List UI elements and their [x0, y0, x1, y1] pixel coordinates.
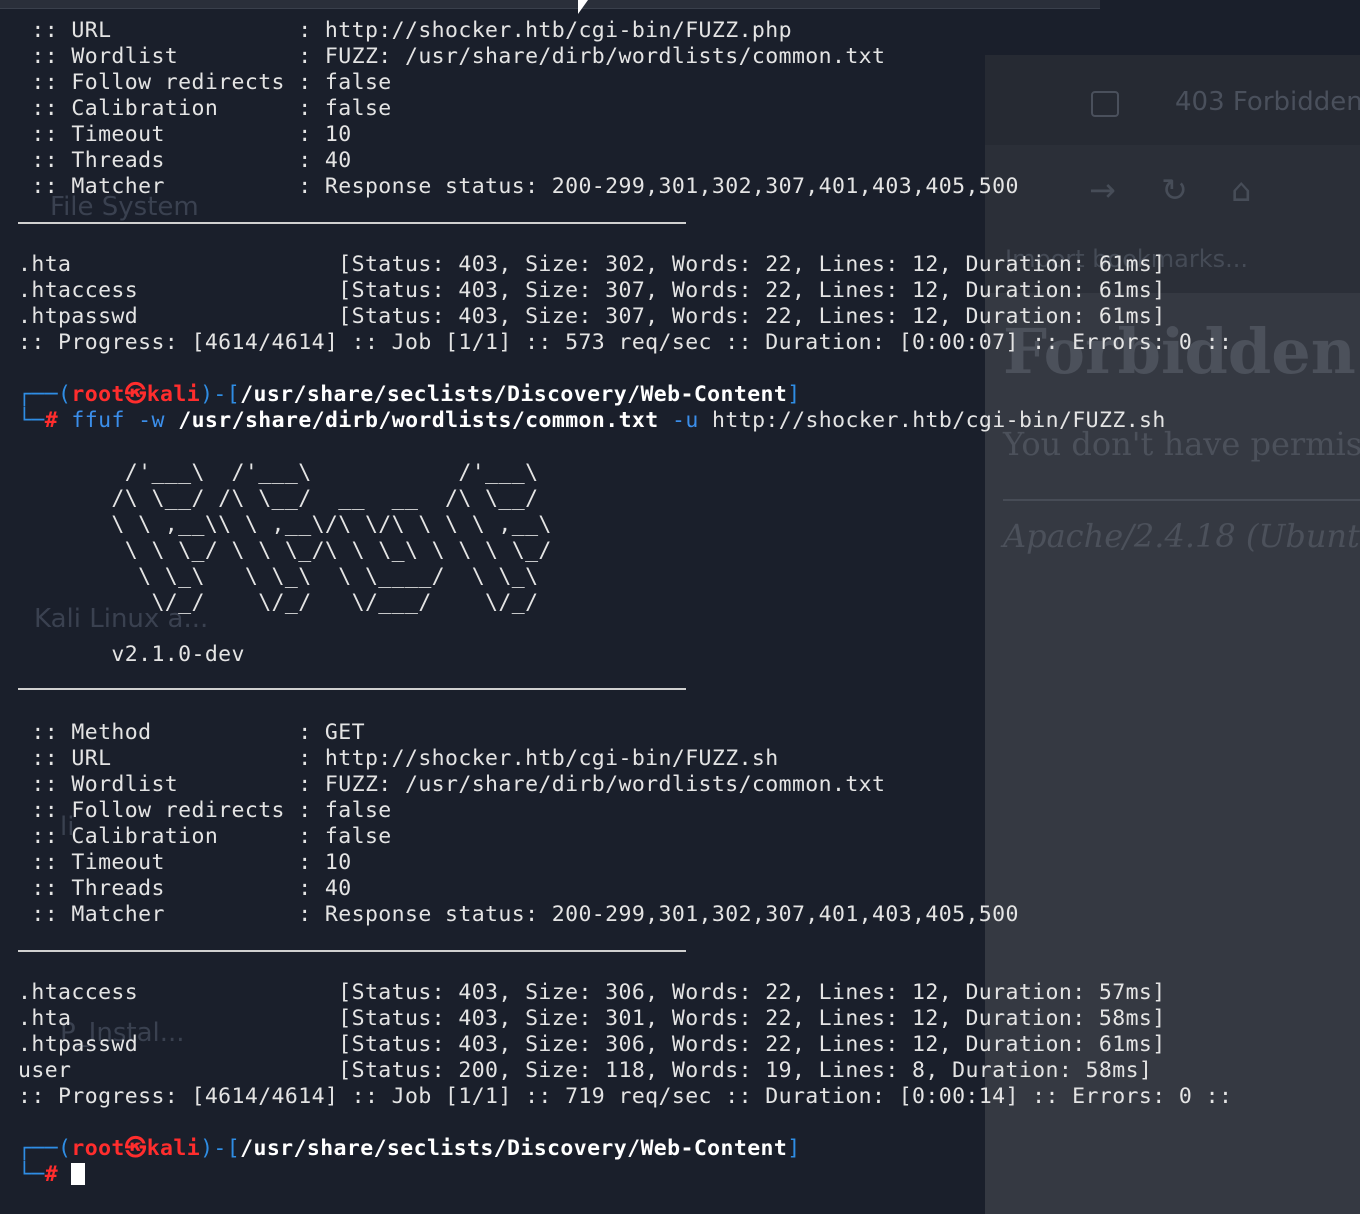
config-line: :: Follow redirects : false — [18, 798, 392, 823]
input-line[interactable]: └─# — [18, 1162, 86, 1188]
prompt-line: ┌──(root㉿kali)-[/usr/share/seclists/Disc… — [18, 382, 801, 407]
result-row: .htaccess [Status: 403, Size: 307, Words… — [18, 278, 1166, 303]
config-line: :: Calibration : false — [18, 96, 392, 121]
ffuf-banner-line: \/_/ \/_/ \/___/ \/_/ — [18, 590, 539, 615]
ffuf-banner-line: \ \ ,__\\ \ ,__\/\ \/\ \ \ \ ,__\ — [18, 512, 552, 537]
prompt-line: ┌──(root㉿kali)-[/usr/share/seclists/Disc… — [18, 1136, 801, 1161]
separator-line — [18, 222, 686, 224]
config-line: :: Wordlist : FUZZ: /usr/share/dirb/word… — [18, 772, 886, 797]
terminal-output[interactable]: :: URL : http://shocker.htb/cgi-bin/FUZZ… — [0, 18, 1360, 1214]
ffuf-banner-line: /\ \__/ /\ \__/ __ __ /\ \__/ — [18, 486, 539, 511]
result-row: user [Status: 200, Size: 118, Words: 19,… — [18, 1058, 1153, 1083]
separator-line — [18, 688, 686, 690]
progress-line: :: Progress: [4614/4614] :: Job [1/1] ::… — [18, 1084, 1233, 1109]
top-panel — [0, 0, 1100, 9]
ffuf-banner-line: \ \ \_/ \ \ \_/\ \ \_\ \ \ \ \_/ — [18, 538, 552, 563]
config-line: :: Threads : 40 — [18, 876, 352, 901]
config-line: :: URL : http://shocker.htb/cgi-bin/FUZZ… — [18, 18, 792, 43]
config-line: :: Matcher : Response status: 200-299,30… — [18, 174, 1019, 199]
mouse-pointer-icon — [578, 0, 588, 14]
ffuf-banner-line: \ \_\ \ \_\ \ \____/ \ \_\ — [18, 564, 539, 589]
config-line: :: Method : GET — [18, 720, 365, 745]
ffuf-banner-line: /'___\ /'___\ /'___\ — [18, 460, 539, 485]
result-row: .htaccess [Status: 403, Size: 306, Words… — [18, 980, 1166, 1005]
config-line: :: Follow redirects : false — [18, 70, 392, 95]
result-row: .htpasswd [Status: 403, Size: 307, Words… — [18, 304, 1166, 329]
progress-line: :: Progress: [4614/4614] :: Job [1/1] ::… — [18, 330, 1233, 355]
config-line: :: Threads : 40 — [18, 148, 352, 173]
text-cursor — [71, 1163, 86, 1185]
config-line: :: URL : http://shocker.htb/cgi-bin/FUZZ… — [18, 746, 779, 771]
config-line: :: Timeout : 10 — [18, 850, 352, 875]
config-line: :: Matcher : Response status: 200-299,30… — [18, 902, 1019, 927]
result-row: .htpasswd [Status: 403, Size: 306, Words… — [18, 1032, 1166, 1057]
config-line: :: Calibration : false — [18, 824, 392, 849]
result-row: .hta [Status: 403, Size: 301, Words: 22,… — [18, 1006, 1166, 1031]
separator-line — [18, 950, 686, 952]
result-row: .hta [Status: 403, Size: 302, Words: 22,… — [18, 252, 1166, 277]
ffuf-version: v2.1.0-dev — [18, 642, 245, 667]
command-line: └─# ffuf -w /usr/share/dirb/wordlists/co… — [18, 408, 1166, 433]
config-line: :: Timeout : 10 — [18, 122, 352, 147]
config-line: :: Wordlist : FUZZ: /usr/share/dirb/word… — [18, 44, 886, 69]
